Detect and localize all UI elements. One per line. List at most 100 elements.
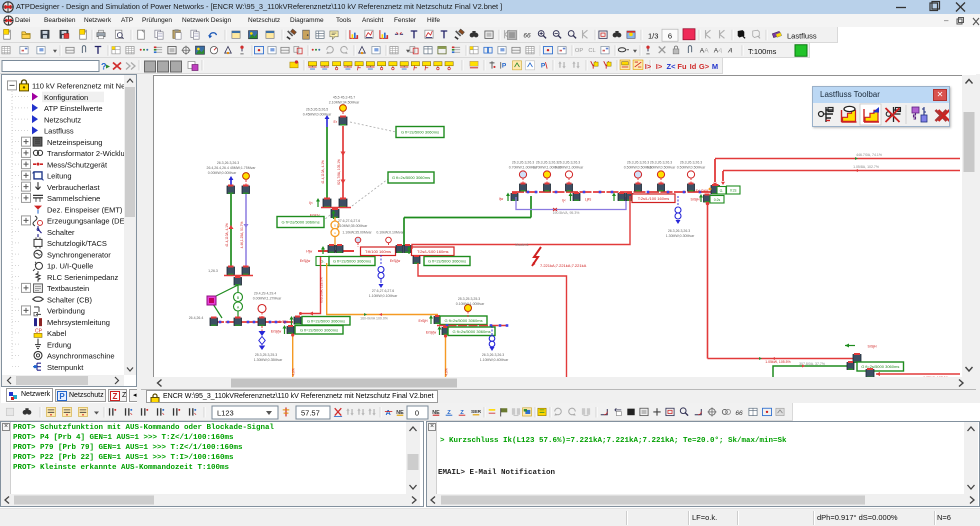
svg-text:0.10MW;1.00Mvar: 0.10MW;1.00Mvar — [456, 302, 485, 306]
svg-text:1.10MW;0.10Mvar: 1.10MW;0.10Mvar — [369, 294, 398, 298]
svg-text:26.3,26.3,26.3: 26.3,26.3,26.3 — [668, 229, 690, 233]
svg-text:Kabel: Kabel — [47, 329, 67, 338]
svg-text:A: A — [334, 231, 336, 235]
svg-text:4.46,1.25A, 51.7%: 4.46,1.25A, 51.7% — [240, 222, 244, 249]
svg-text:ErU2#M: ErU2#M — [696, 189, 709, 193]
svg-text:1,26.3: 1,26.3 — [208, 269, 218, 273]
svg-text:26.3,26.3,26.3: 26.3,26.3,26.3 — [482, 353, 504, 357]
svg-text:Synchrongenerator: Synchrongenerator — [47, 250, 111, 259]
svg-text:G fi=2s/5000 3060ms: G fi=2s/5000 3060ms — [861, 364, 899, 369]
svg-text:921.7/8A, 105.1%: 921.7/8A, 105.1% — [337, 159, 341, 185]
svg-text:Mehrsystemleitung: Mehrsystemleitung — [47, 318, 110, 327]
svg-text:0.50MW;0.50Mvar: 0.50MW;0.50Mvar — [647, 166, 676, 170]
svg-text:Ijw: Ijw — [499, 197, 504, 201]
svg-text:G fi=2s/5000 3060ms: G fi=2s/5000 3060ms — [452, 329, 490, 334]
svg-text:26.3,26.3,26.3: 26.3,26.3,26.3 — [680, 161, 702, 165]
svg-text:Asynchronmaschine: Asynchronmaschine — [47, 352, 115, 361]
svg-text:G fi=2s/5000 3060ms: G fi=2s/5000 3060ms — [392, 175, 430, 180]
svg-text:26.3,26.3,26.3: 26.3,26.3,26.3 — [536, 161, 558, 165]
svg-text:I>: I> — [645, 62, 652, 71]
svg-text:25.3,25.3,25.3: 25.3,25.3,25.3 — [458, 297, 480, 301]
svg-text:7.221kA;7.221kA;7.221kA: 7.221kA;7.221kA;7.221kA — [540, 263, 587, 268]
svg-text:0.45MW;0.00Mvar: 0.45MW;0.00Mvar — [303, 113, 332, 117]
svg-text:ErSjH: ErSjH — [278, 320, 288, 324]
svg-text:160-0kVA 100.0%: 160-0kVA 100.0% — [360, 317, 388, 321]
svg-text:G fi=2s/5000 3060ms: G fi=2s/5000 3060ms — [307, 318, 345, 323]
svg-text:CL: CL — [588, 48, 595, 54]
svg-text:4.9%: 4.9% — [292, 368, 296, 376]
svg-text:P: P — [59, 392, 65, 401]
svg-text:Ij<: Ij< — [309, 201, 313, 205]
svg-text:T:fi/100 160ms: T:fi/100 160ms — [365, 249, 391, 254]
svg-text:2.10MW;34.50Mvar: 2.10MW;34.50Mvar — [329, 101, 360, 105]
svg-text:G fi=2s/5000 3060ms: G fi=2s/5000 3060ms — [300, 327, 338, 332]
svg-text:Verbraucherlast: Verbraucherlast — [47, 183, 100, 192]
svg-text:4.9%: 4.9% — [445, 368, 449, 376]
svg-text:1.10kW;35.00Mvar: 1.10kW;35.00Mvar — [342, 231, 372, 235]
svg-text:Leitung: Leitung — [47, 172, 72, 181]
svg-text:Ij<: Ij< — [562, 199, 566, 203]
svg-text:G fi=2s/5000 3060ms: G fi=2s/5000 3060ms — [333, 259, 371, 264]
svg-text:Schalter: Schalter — [47, 228, 75, 237]
svg-text:G fi=2s/5000 3060ms: G fi=2s/5000 3060ms — [428, 259, 466, 264]
svg-text:Textbaustein: Textbaustein — [47, 284, 89, 293]
svg-text:Lj#s: Lj#s — [585, 198, 592, 202]
svg-text:1.10MW;35.00Mvar: 1.10MW;35.00Mvar — [337, 224, 368, 228]
svg-text:190.5kVA, 95.3%: 190.5kVA, 95.3% — [553, 211, 580, 215]
svg-text:Verbindung: Verbindung — [47, 307, 85, 316]
svg-text:Masten1: Masten1 — [515, 243, 528, 247]
svg-text:P: P — [502, 62, 507, 69]
svg-text:P: P — [541, 62, 546, 69]
svg-text:Z<: Z< — [667, 62, 677, 71]
svg-text:G fi=2s/5000 3060ms: G fi=2s/5000 3060ms — [401, 130, 439, 135]
svg-text:T:100ms: T:100ms — [748, 47, 777, 56]
svg-text:ATP Einstellwerte: ATP Einstellwerte — [44, 104, 103, 113]
svg-text:0:2s: 0:2s — [730, 189, 737, 193]
svg-text:446.7/0A, 74.1%: 446.7/0A, 74.1% — [856, 153, 882, 157]
svg-text:T:2s/L/100 160ms: T:2s/L/100 160ms — [638, 196, 670, 201]
svg-text:I-fjw: I-fjw — [306, 250, 313, 254]
svg-text:1p. U/I-Quelle: 1p. U/I-Quelle — [47, 262, 93, 271]
svg-text:OP: OP — [575, 48, 583, 54]
svg-text:Sammelschiene: Sammelschiene — [47, 194, 100, 203]
svg-text:Dez. Einspeiser (EMT): Dez. Einspeiser (EMT) — [47, 205, 123, 214]
svg-text:1.10MW;0.40Mvar: 1.10MW;0.40Mvar — [480, 358, 509, 362]
svg-text:41.4,110A, 4.1%: 41.4,110A, 4.1% — [321, 160, 325, 184]
svg-text:Lastfluss: Lastfluss — [44, 127, 74, 136]
svg-text:Transformator 2-Wicklung: Transformator 2-Wicklung — [47, 149, 133, 158]
svg-text:Z: Z — [113, 392, 118, 401]
svg-text:25.3,25.3,25.3: 25.3,25.3,25.3 — [255, 353, 277, 357]
svg-text:45,5 45,3 45,7: 45,5 45,3 45,7 — [333, 96, 355, 100]
svg-text:Erdung: Erdung — [47, 340, 71, 349]
svg-text:1.30MW;0.35Mvar: 1.30MW;0.35Mvar — [254, 358, 283, 362]
svg-text:0.00MW;0.00Mvar: 0.00MW;0.00Mvar — [208, 171, 237, 175]
svg-text:0: 0 — [415, 409, 419, 418]
svg-text:A: A — [704, 48, 709, 55]
svg-text:57.57: 57.57 — [301, 409, 320, 418]
svg-text:Id: Id — [690, 62, 697, 71]
svg-text:SrSjH: SrSjH — [867, 345, 877, 349]
svg-text:Erzeugungsanlage (DEA): Erzeugungsanlage (DEA) — [47, 217, 133, 226]
svg-text:G>: G> — [699, 62, 710, 71]
svg-text:Schalter (CB): Schalter (CB) — [47, 295, 93, 304]
svg-text:A: A — [717, 47, 724, 55]
svg-text:1.05kW, 105.5%: 1.05kW, 105.5% — [765, 360, 791, 364]
svg-text:Netzschutz: Netzschutz — [44, 115, 81, 124]
svg-text:26.4,26.4,26.4 45MW;1.75Mvar: 26.4,26.4,26.4 45MW;1.75Mvar — [207, 166, 257, 170]
svg-text:Er: Er — [334, 120, 338, 124]
svg-text:26.4,26.4: 26.4,26.4 — [189, 316, 204, 320]
svg-text:609.1/8A, 129.5%: 609.1/8A, 129.5% — [320, 277, 324, 303]
svg-text:?: ? — [101, 62, 107, 72]
svg-text:26.3,26.3,26.3: 26.3,26.3,26.3 — [627, 161, 649, 165]
svg-text:A: A — [727, 48, 734, 55]
svg-text:Lastfluss: Lastfluss — [787, 31, 817, 40]
svg-text:B: B — [334, 224, 336, 228]
svg-text:Fu: Fu — [677, 62, 687, 71]
svg-text:66: 66 — [735, 410, 743, 417]
svg-text:Mess/Schutzgerät: Mess/Schutzgerät — [47, 160, 108, 169]
svg-text:I>: I> — [656, 62, 663, 71]
svg-text:G fi=2s/5000 3060ms: G fi=2s/5000 3060ms — [281, 220, 319, 225]
svg-text:RLC Serienimpedanz: RLC Serienimpedanz — [47, 273, 119, 282]
svg-text:SrSjH: SrSjH — [690, 198, 700, 202]
svg-text:ErSjH: ErSjH — [418, 319, 428, 323]
